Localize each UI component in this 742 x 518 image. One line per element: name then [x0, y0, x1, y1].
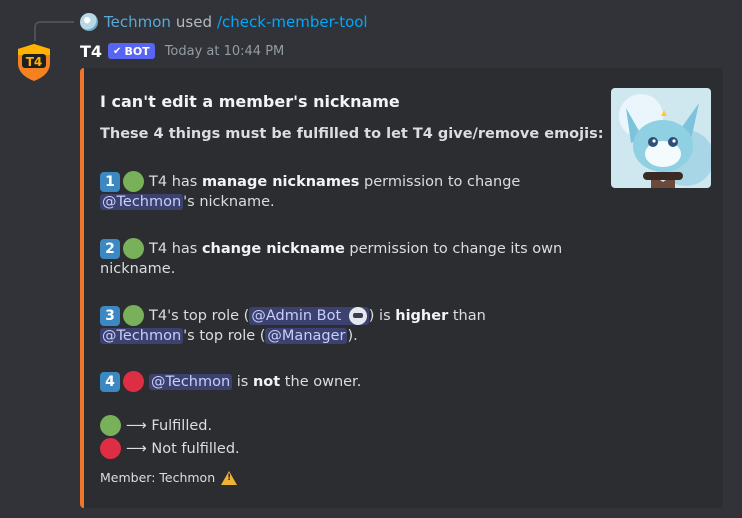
item-3-line-2-post: ). [347, 328, 358, 344]
embed-title: I can't edit a member's nickname [100, 92, 400, 111]
item-2-line-1: 2 T4 has change nickname permission to c… [100, 238, 562, 259]
used-label: used [175, 13, 212, 31]
item-3-line-1: 3 T4's top role ( @Admin Bot ) is higher… [100, 305, 486, 326]
item-3-text-post: than [448, 307, 486, 324]
item-2-text-bold: change nickname [201, 240, 345, 257]
robot-icon [348, 306, 367, 325]
green-circle-icon [123, 171, 144, 192]
item-3-text-bold: higher [395, 307, 449, 324]
item-4-text-post: the owner. [280, 373, 362, 390]
item-1-line-1: 1 T4 has manage nicknames permission to … [100, 171, 520, 192]
reply-connector [34, 21, 74, 41]
item-1-line-2-text: 's nickname. [183, 194, 275, 210]
green-circle-icon [123, 305, 144, 326]
item-2-line-2: nickname. [100, 261, 175, 277]
legend-fulfilled-text: ⟶ Fulfilled. [126, 417, 213, 434]
item-2-text-pre: T4 has [149, 240, 202, 257]
replied-user-avatar[interactable] [80, 13, 98, 31]
item-3-line-2: @Techmon 's top role ( @Manager ). [100, 328, 358, 344]
item-3-text-pre: T4's top role ( [149, 307, 250, 324]
embed-thumbnail[interactable] [611, 88, 711, 188]
verified-check-icon: ✔ [113, 45, 122, 57]
role-mention-label: @Admin Bot [251, 307, 342, 324]
legend-not-fulfilled: ⟶ Not fulfilled. [100, 438, 240, 459]
user-mention[interactable]: @Techmon [100, 194, 184, 210]
green-circle-icon [100, 415, 121, 436]
green-circle-icon [123, 238, 144, 259]
bot-avatar[interactable]: T4 [13, 41, 55, 83]
bot-badge: ✔ BOT [108, 43, 155, 59]
item-1-line-2: @Techmon 's nickname. [100, 194, 275, 210]
legend-fulfilled: ⟶ Fulfilled. [100, 415, 212, 436]
footer-text: Member: Techmon [100, 470, 216, 485]
embed-footer: Member: Techmon [100, 470, 238, 485]
embed-subtitle: These 4 things must be fulfilled to let … [100, 126, 604, 142]
embed-card: I can't edit a member's nickname These 4… [80, 68, 723, 508]
message-header: T4 ✔ BOT Today at 10:44 PM [80, 40, 284, 62]
item-4-line-1: 4 @Techmon is not the owner. [100, 371, 361, 392]
keycap-2-icon: 2 [100, 238, 120, 259]
item-2-line-2-text: nickname. [100, 261, 176, 277]
reply-reference[interactable]: Techmon used /check-member-tool [80, 12, 368, 32]
red-circle-icon [123, 371, 144, 392]
item-1-text-post: permission to change [359, 173, 521, 190]
message-timestamp[interactable]: Today at 10:44 PM [165, 44, 285, 59]
item-1-text-pre: T4 has [149, 173, 202, 190]
item-3-line-2-mid: 's top role ( [183, 328, 266, 344]
slash-command-link[interactable]: /check-member-tool [217, 13, 368, 31]
legend-not-fulfilled-text: ⟶ Not fulfilled. [126, 440, 240, 457]
keycap-3-icon: 3 [100, 305, 120, 326]
bot-badge-label: BOT [124, 44, 150, 58]
user-mention[interactable]: @Techmon [100, 328, 184, 344]
role-mention-admin-bot[interactable]: @Admin Bot [249, 306, 369, 325]
item-3-text-mid: ) is [368, 307, 396, 324]
replied-username[interactable]: Techmon [104, 13, 171, 31]
user-mention[interactable]: @Techmon [149, 373, 233, 390]
item-2-text-post: permission to change its own [344, 240, 563, 257]
warning-icon [221, 470, 238, 485]
role-mention-manager[interactable]: @Manager [265, 328, 348, 344]
red-circle-icon [100, 438, 121, 459]
item-1-text-bold: manage nicknames [201, 173, 360, 190]
item-4-text-pre: is [232, 373, 253, 390]
author-username[interactable]: T4 [80, 42, 102, 61]
svg-text:T4: T4 [26, 55, 43, 69]
keycap-1-icon: 1 [100, 171, 120, 192]
keycap-4-icon: 4 [100, 371, 120, 392]
item-4-text-bold: not [252, 373, 281, 390]
